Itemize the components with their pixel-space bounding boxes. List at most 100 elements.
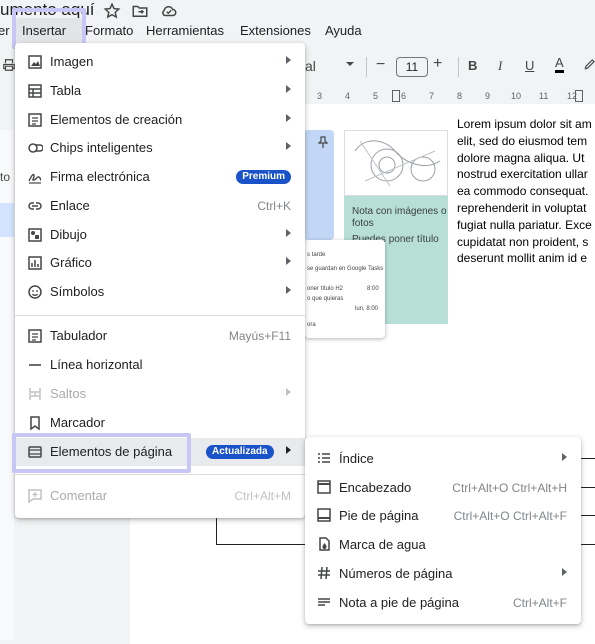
ruler-tick: 5 [373, 91, 379, 101]
submenu-item-label: Números de página [339, 566, 453, 581]
text-line: cupidatat non proident, s [457, 234, 589, 249]
menu-separator [15, 315, 305, 316]
submenu-arrow-icon [562, 568, 567, 576]
menu-archivo[interactable]: er [0, 23, 10, 38]
submenu-arrow-icon [286, 257, 291, 265]
smart-chip-icon [27, 140, 43, 156]
card-text: Nota con imágenes o [352, 206, 447, 217]
italic-button[interactable]: I [498, 58, 502, 74]
menu-ayuda[interactable]: Ayuda [325, 23, 362, 38]
menu-item-label: Tabulador [50, 328, 108, 343]
submenu-item-encabezado[interactable]: Encabezado Ctrl+Alt+O Ctrl+Alt+H [305, 473, 581, 501]
comment-icon [27, 488, 43, 504]
font-dropdown-arrow-icon[interactable] [345, 60, 355, 68]
decrease-font-size-button[interactable]: − [376, 56, 385, 74]
star-icon[interactable] [103, 2, 121, 20]
text-line: deserunt mollit anim id e [457, 251, 588, 266]
card-text: s tarde [307, 252, 326, 258]
text-line: elit, sed do eiusmod tem [457, 133, 588, 148]
menu-item-firma[interactable]: Firma electrónica Premium [15, 163, 305, 191]
shortcut-label: Ctrl+K [257, 199, 291, 213]
ruler-tick: 9 [485, 91, 491, 101]
ruler[interactable]: 3 4 5 6 7 8 9 10 11 12 [305, 90, 595, 104]
ruler-tick: 4 [345, 91, 351, 101]
menu-item-label: Enlace [50, 198, 90, 213]
ruler-tick: 6 [401, 91, 407, 101]
chart-icon [27, 255, 43, 271]
menu-separator [15, 474, 305, 475]
text-color-button[interactable]: A [555, 56, 564, 73]
menu-item-label: Dibujo [50, 227, 87, 242]
menu-item-chips[interactable]: Chips inteligentes [15, 134, 305, 162]
ruler-tick: 3 [317, 91, 323, 101]
menu-item-saltos[interactable]: Saltos [15, 380, 305, 408]
text-line: ea commodo consequat. [457, 184, 589, 199]
premium-badge: Premium [236, 170, 291, 184]
watermark-icon [316, 536, 332, 552]
menu-item-label: Saltos [50, 386, 87, 401]
menu-item-tabla[interactable]: Tabla [15, 77, 305, 105]
font-size-input[interactable]: 11 [396, 57, 428, 77]
menu-item-simbolos[interactable]: Símbolos [15, 278, 305, 306]
ruler-indent-marker[interactable] [392, 90, 400, 102]
submenu-arrow-icon [286, 85, 291, 93]
menu-item-comentar[interactable]: Comentar Ctrl+Alt+M [15, 482, 305, 510]
signature-icon [27, 169, 43, 185]
page-elements-submenu: Índice Encabezado Ctrl+Alt+O Ctrl+Alt+H … [305, 437, 581, 624]
move-folder-icon[interactable] [131, 2, 149, 20]
header-icon [316, 479, 332, 495]
blue-note-card [304, 130, 334, 240]
document-body-text[interactable]: Lorem ipsum dolor sit am elit, sed do ei… [457, 116, 595, 267]
menu-item-dibujo[interactable]: Dibujo [15, 221, 305, 249]
text-line: dolore magna aliqua. Ut [457, 150, 585, 165]
menu-formato[interactable]: Formato [85, 23, 133, 38]
connector-line [216, 544, 306, 545]
bookmark-icon [27, 415, 43, 431]
submenu-item-numeros-pagina[interactable]: Números de página [305, 559, 581, 587]
menu-item-label: Chips inteligentes [50, 140, 153, 155]
shortcut-label: Ctrl+Alt+M [234, 489, 291, 503]
ruler-tick: 8 [457, 91, 463, 101]
table-of-contents-icon [316, 450, 332, 466]
print-icon[interactable] [2, 58, 16, 72]
submenu-item-indice[interactable]: Índice [305, 444, 581, 472]
menu-extensiones[interactable]: Extensiones [240, 23, 311, 38]
ruler-tick: 11 [539, 91, 549, 101]
submenu-arrow-icon [286, 56, 291, 64]
cloud-saved-icon[interactable] [160, 2, 178, 20]
menu-item-label: Elementos de creación [50, 112, 183, 127]
highlight-pen-icon[interactable] [583, 57, 595, 71]
submenu-arrow-icon [286, 229, 291, 237]
toolbar-divider [366, 57, 367, 77]
submenu-arrow-icon [286, 388, 291, 396]
footer-icon [316, 507, 332, 523]
shortcut-label: Ctrl+Alt+O Ctrl+Alt+H [452, 481, 567, 495]
submenu-item-pie-pagina[interactable]: Pie de página Ctrl+Alt+O Ctrl+Alt+F [305, 501, 581, 529]
menu-item-imagen[interactable]: Imagen [15, 48, 305, 76]
menu-item-grafico[interactable]: Gráfico [15, 249, 305, 277]
bold-button[interactable]: B [468, 58, 477, 73]
menu-item-enlace[interactable]: Enlace Ctrl+K [15, 192, 305, 220]
card-text: fotos [352, 218, 374, 229]
menu-herramientas[interactable]: Herramientas [146, 23, 224, 38]
outline-selected-item[interactable] [0, 203, 14, 237]
underline-button[interactable]: U [525, 58, 534, 73]
font-name-select[interactable]: al [305, 58, 316, 74]
increase-font-size-button[interactable]: + [433, 55, 442, 73]
menu-item-tabulador[interactable]: Tabulador Mayús+F11 [15, 322, 305, 350]
menu-item-label: Símbolos [50, 284, 105, 299]
text-line: Lorem ipsum dolor sit am [457, 117, 592, 131]
table-icon [27, 83, 43, 99]
outline-item-label[interactable]: to [0, 170, 10, 184]
menu-item-elementos-creacion[interactable]: Elementos de creación [15, 106, 305, 134]
menu-item-label: Tabla [50, 83, 82, 98]
submenu-item-marca-agua[interactable]: Marca de agua [305, 530, 581, 558]
menu-item-label: Línea horizontal [50, 357, 143, 372]
building-blocks-icon [27, 112, 43, 128]
text-line: nostrud exercitation ullar [457, 167, 588, 182]
drawing-icon [27, 227, 43, 243]
menu-item-label: Comentar [50, 488, 108, 503]
ruler-indent-marker[interactable] [575, 90, 583, 102]
submenu-item-nota-pie[interactable]: Nota a pie de página Ctrl+Alt+F [305, 588, 581, 616]
menu-item-linea-horizontal[interactable]: Línea horizontal [15, 351, 305, 379]
